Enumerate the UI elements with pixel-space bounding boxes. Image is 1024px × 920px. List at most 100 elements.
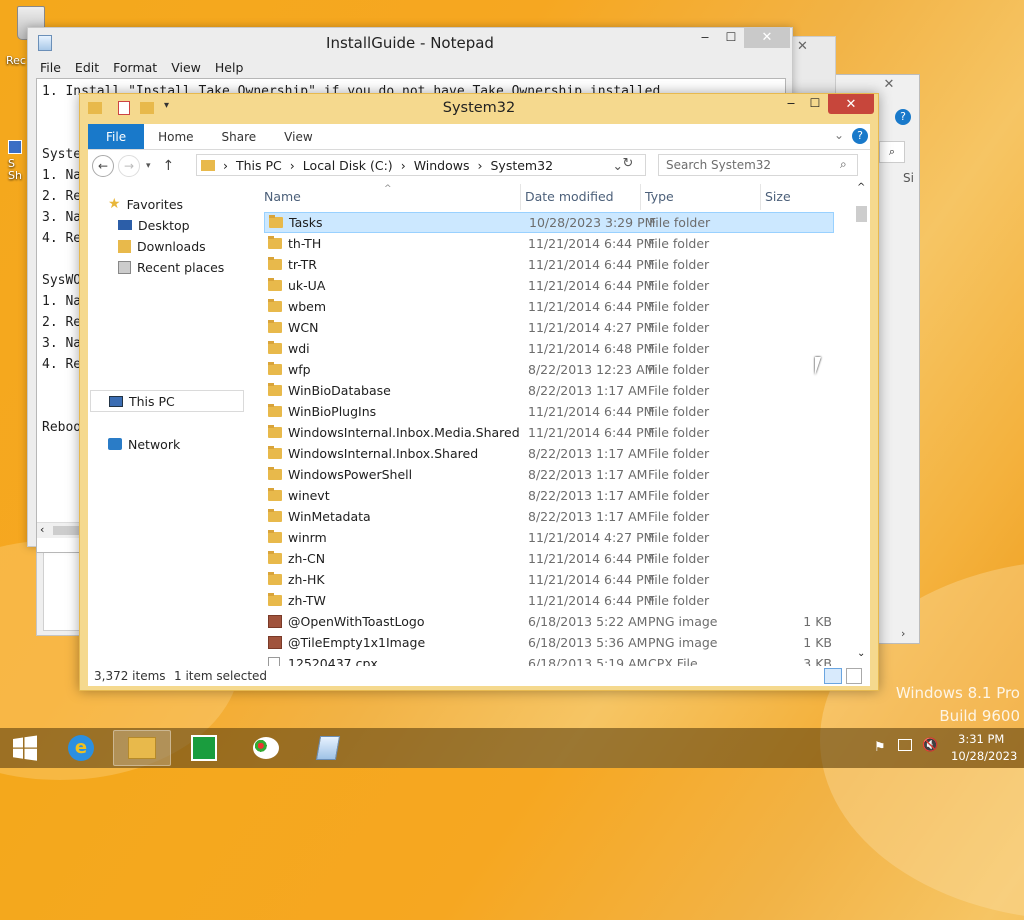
taskbar-store[interactable] bbox=[175, 730, 233, 766]
breadcrumb-sep-icon[interactable]: › bbox=[219, 158, 232, 173]
breadcrumb-local-disk[interactable]: Local Disk (C:) bbox=[299, 158, 397, 173]
search-icon[interactable]: ⌕ bbox=[879, 141, 905, 163]
file-row[interactable]: WinMetadata 8/22/2013 1:17 AM File folder bbox=[264, 506, 834, 527]
menu-format[interactable]: Format bbox=[113, 58, 157, 78]
nav-desktop[interactable]: Desktop bbox=[118, 215, 190, 235]
taskbar-paint[interactable] bbox=[237, 730, 295, 766]
file-row[interactable]: tr-TR 11/21/2014 6:44 PM File folder bbox=[264, 254, 834, 275]
vertical-scrollbar[interactable]: ^ ⌄ bbox=[853, 182, 870, 666]
file-type: File folder bbox=[648, 383, 710, 398]
menu-edit[interactable]: Edit bbox=[75, 58, 99, 78]
refresh-button[interactable]: ↻ bbox=[618, 156, 638, 176]
help-icon[interactable]: ? bbox=[852, 128, 868, 144]
column-type[interactable]: Type bbox=[640, 184, 760, 210]
minimize-button[interactable]: ‒ bbox=[780, 96, 802, 111]
file-row[interactable]: wbem 11/21/2014 6:44 PM File folder bbox=[264, 296, 834, 317]
file-row[interactable]: WinBioPlugIns 11/21/2014 6:44 PM File fold… bbox=[264, 401, 834, 422]
close-button[interactable]: ✕ bbox=[744, 28, 790, 48]
column-date[interactable]: Date modified bbox=[520, 184, 640, 210]
menu-file[interactable]: File bbox=[40, 58, 61, 78]
scroll-left-icon[interactable]: ‹ bbox=[40, 523, 44, 536]
address-bar[interactable]: › This PC › Local Disk (C:) › Windows › … bbox=[196, 154, 646, 176]
file-row[interactable]: wfp 8/22/2013 12:23 AM File folder bbox=[264, 359, 834, 380]
back-button[interactable]: ← bbox=[92, 155, 114, 177]
menu-help[interactable]: Help bbox=[215, 58, 244, 78]
clock-time[interactable]: 3:31 PM bbox=[958, 732, 1004, 746]
nav-this-pc[interactable]: This PC bbox=[90, 390, 244, 412]
breadcrumb-windows[interactable]: Windows bbox=[410, 158, 474, 173]
search-icon[interactable]: ⌕ bbox=[840, 157, 847, 172]
file-row[interactable]: th-TH 11/21/2014 6:44 PM File folder bbox=[264, 233, 834, 254]
file-row[interactable]: zh-CN 11/21/2014 6:44 PM File folder bbox=[264, 548, 834, 569]
minimize-button[interactable]: ‒ bbox=[692, 30, 718, 48]
file-row[interactable]: winevt 8/22/2013 1:17 AM File folder bbox=[264, 485, 834, 506]
start-button[interactable] bbox=[0, 730, 50, 766]
up-button[interactable]: ↑ bbox=[163, 158, 175, 174]
file-row[interactable]: wdi 11/21/2014 6:48 PM File folder bbox=[264, 338, 834, 359]
file-row[interactable]: WCN 11/21/2014 4:27 PM File folder bbox=[264, 317, 834, 338]
file-row[interactable]: zh-HK 11/21/2014 6:44 PM File folder bbox=[264, 569, 834, 590]
tab-share[interactable]: Share bbox=[208, 124, 271, 149]
column-size[interactable]: Size bbox=[760, 184, 836, 210]
taskbar-notepad[interactable] bbox=[299, 730, 357, 766]
file-row[interactable]: zh-TW 11/21/2014 6:44 PM File folder bbox=[264, 590, 834, 611]
close-button[interactable]: ✕ bbox=[828, 94, 874, 114]
flag-icon[interactable]: ⚑ bbox=[874, 740, 886, 755]
breadcrumb-sep-icon[interactable]: › bbox=[474, 158, 487, 173]
file-row[interactable]: WindowsInternal.Inbox.Shared 8/22/2013 1:… bbox=[264, 443, 834, 464]
file-name: WinBioDatabase bbox=[288, 383, 391, 398]
file-row[interactable]: WindowsInternal.Inbox.Media.Shared 11/21/… bbox=[264, 422, 834, 443]
explorer-titlebar[interactable]: ▾ System32 ‒ ☐ ✕ bbox=[80, 94, 878, 122]
explorer-content: ★ Favorites Desktop Downloads Recent pla… bbox=[88, 182, 870, 666]
file-row[interactable]: uk-UA 11/21/2014 6:44 PM File folder bbox=[264, 275, 834, 296]
explorer-window[interactable]: ▾ System32 ‒ ☐ ✕ File Home Share View ⌄ … bbox=[79, 93, 879, 691]
scroll-down-icon[interactable]: ⌄ bbox=[857, 648, 865, 659]
file-row[interactable]: WinBioDatabase 8/22/2013 1:17 AM File fold… bbox=[264, 380, 834, 401]
menu-view[interactable]: View bbox=[171, 58, 201, 78]
breadcrumb-sep-icon[interactable]: › bbox=[286, 158, 299, 173]
taskbar-explorer[interactable] bbox=[113, 730, 171, 766]
column-headers: Name ^ Date modified Type Size bbox=[260, 184, 838, 210]
close-icon[interactable]: ✕ bbox=[797, 39, 808, 54]
scroll-thumb[interactable] bbox=[53, 526, 81, 535]
file-date: 11/21/2014 6:48 PM bbox=[528, 341, 655, 356]
expand-ribbon-icon[interactable]: ⌄ bbox=[834, 128, 844, 142]
horizontal-scrollbar[interactable]: ‹ bbox=[37, 522, 83, 538]
tab-view[interactable]: View bbox=[270, 124, 326, 149]
details-view-icon[interactable] bbox=[824, 668, 842, 684]
help-icon[interactable]: ? bbox=[895, 109, 911, 125]
network-tray-icon[interactable] bbox=[898, 739, 912, 751]
scroll-up-icon[interactable]: ^ bbox=[857, 182, 865, 193]
breadcrumb-sep-icon[interactable]: › bbox=[397, 158, 410, 173]
volume-muted-icon[interactable]: 🔇 bbox=[922, 738, 938, 753]
search-input[interactable]: Search System32 bbox=[658, 154, 858, 176]
scroll-thumb[interactable] bbox=[856, 206, 867, 222]
file-date: 8/22/2013 1:17 AM bbox=[528, 383, 648, 398]
large-icons-view-icon[interactable] bbox=[846, 668, 862, 684]
taskbar-ie[interactable]: e bbox=[52, 730, 110, 766]
forward-button[interactable]: → bbox=[118, 155, 140, 177]
maximize-button[interactable]: ☐ bbox=[718, 30, 744, 48]
file-name: @OpenWithToastLogo bbox=[288, 614, 425, 629]
nav-recent[interactable]: Recent places bbox=[118, 257, 224, 277]
clock-date[interactable]: 10/28/2023 bbox=[951, 749, 1017, 763]
nav-favorites[interactable]: ★ Favorites bbox=[108, 194, 183, 214]
desktop-shortcut-icon[interactable]: S Sh bbox=[8, 140, 28, 182]
file-row[interactable]: 12520437.cpx 6/18/2013 5:19 AM CPX File 3 K… bbox=[264, 653, 834, 666]
scroll-right-icon[interactable]: › bbox=[901, 627, 905, 640]
file-row[interactable]: WindowsPowerShell 8/22/2013 1:17 AM File f… bbox=[264, 464, 834, 485]
breadcrumb-system32[interactable]: System32 bbox=[487, 158, 558, 173]
file-row[interactable]: @OpenWithToastLogo 6/18/2013 5:22 AM PNG i… bbox=[264, 611, 834, 632]
nav-this-pc-label: This PC bbox=[129, 393, 175, 409]
desktop-icon bbox=[118, 220, 132, 230]
recent-locations-icon[interactable]: ▾ bbox=[146, 161, 151, 171]
nav-network[interactable]: Network bbox=[108, 434, 180, 454]
tab-file[interactable]: File bbox=[88, 124, 145, 149]
maximize-button[interactable]: ☐ bbox=[804, 96, 826, 110]
tab-home[interactable]: Home bbox=[144, 124, 207, 149]
file-row[interactable]: winrm 11/21/2014 4:27 PM File folder bbox=[264, 527, 834, 548]
nav-downloads[interactable]: Downloads bbox=[118, 236, 206, 256]
file-row[interactable]: @TileEmpty1x1Image 6/18/2013 5:36 AM PNG i… bbox=[264, 632, 834, 653]
breadcrumb-this-pc[interactable]: This PC bbox=[232, 158, 286, 173]
file-row[interactable]: Tasks 10/28/2023 3:29 PM File folder bbox=[264, 212, 834, 233]
